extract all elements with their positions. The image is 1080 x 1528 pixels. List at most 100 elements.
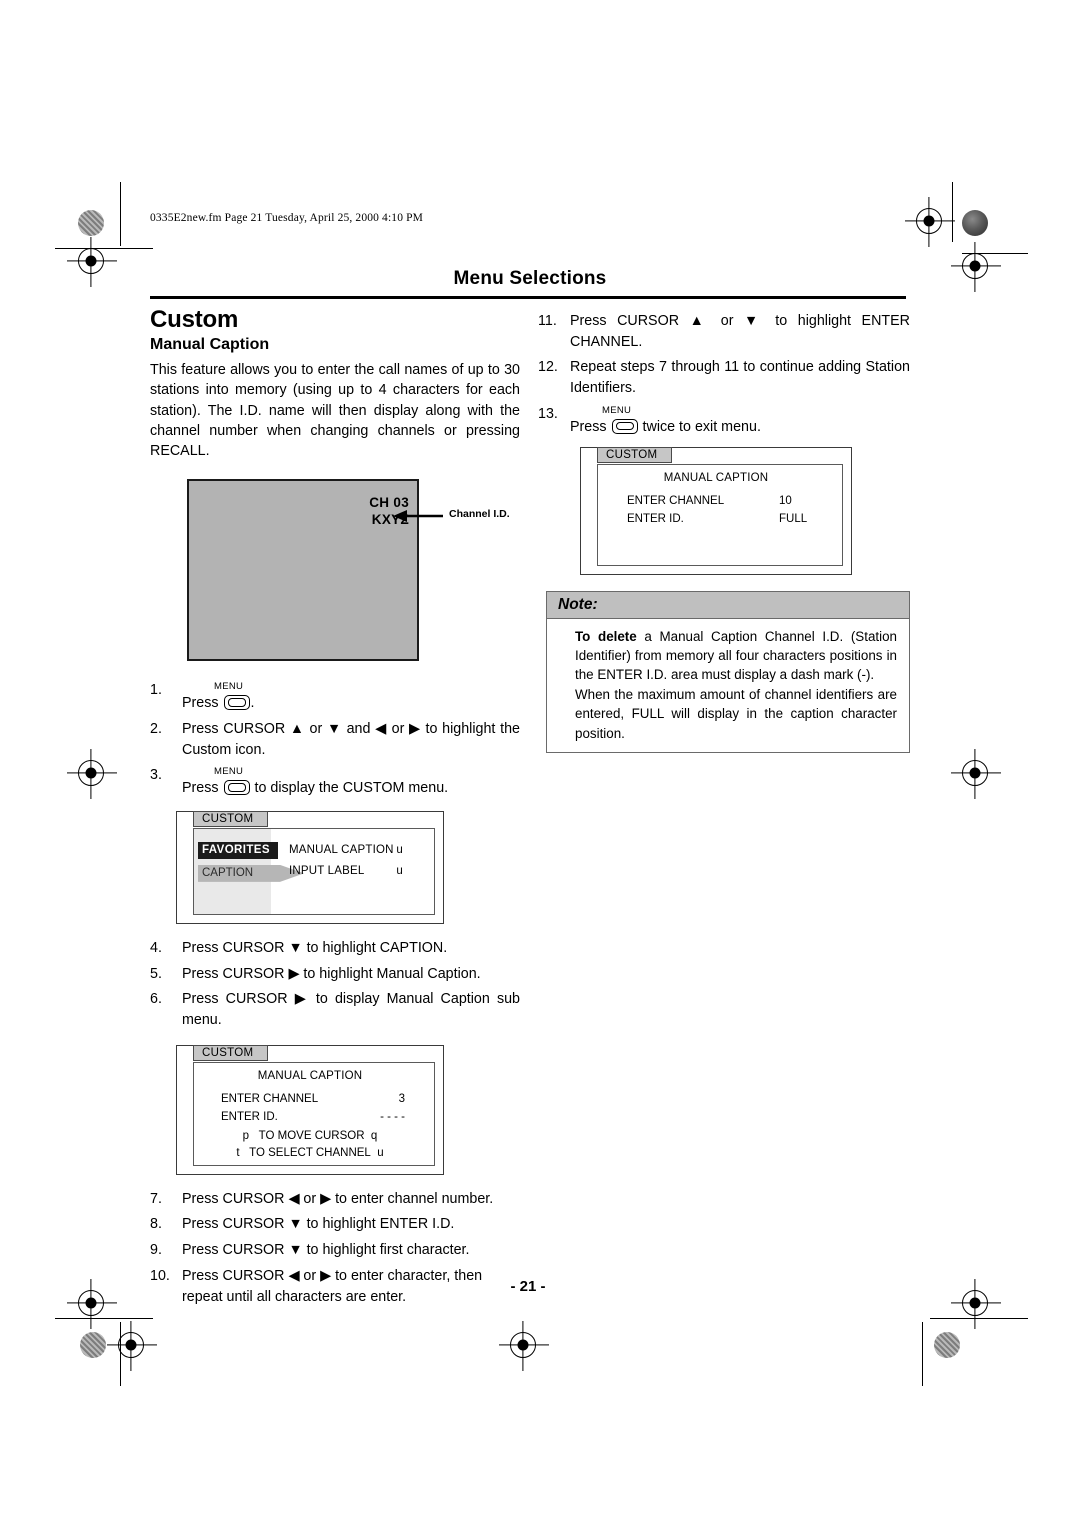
- step-9-text: Press CURSOR ▼ to highlight first charac…: [182, 1242, 470, 1259]
- registration-target-bottom-left: [78, 1279, 104, 1329]
- step-4-text: Press CURSOR ▼ to highlight CAPTION.: [182, 939, 448, 956]
- crop-line-top-right-vertical: [952, 182, 954, 242]
- custom-menu-right-items: MANUAL CAPTION u INPUT LABEL u: [289, 840, 419, 882]
- menu-key-label-3: MENU: [602, 404, 632, 416]
- row-enter-channel-label: ENTER CHANNEL: [221, 1092, 319, 1105]
- hint-select-channel: t TO SELECT CHANNEL u: [177, 1147, 443, 1159]
- row-enter-channel[interactable]: ENTER CHANNEL 3: [221, 1090, 423, 1108]
- crop-line-top-left-horizontal: [55, 248, 153, 250]
- custom-menu-tab: CUSTOM: [193, 810, 269, 827]
- step-13-number: 13.: [538, 405, 558, 422]
- step-3-text-before: Press: [182, 780, 219, 797]
- registration-target-top-left: [78, 237, 104, 287]
- page-title: Menu Selections: [453, 268, 607, 289]
- manual-caption-menu-tab: CUSTOM: [193, 1044, 269, 1061]
- step-1-text-before: Press: [182, 695, 219, 712]
- manual-caption-submenu-screenshot: CUSTOM MANUAL CAPTION ENTER CHANNEL 3 EN…: [176, 1044, 444, 1175]
- step-2-text: Press CURSOR ▲ or ▼ and ◀ or ▶ to highli…: [182, 720, 520, 758]
- step-5: 5. Press CURSOR ▶ to highlight Manual Ca…: [150, 964, 520, 985]
- step-9: 9. Press CURSOR ▼ to highlight first cha…: [150, 1240, 520, 1261]
- note-box: Note: To delete a Manual Caption Channel…: [546, 591, 910, 753]
- crop-line-bottom-left-horizontal: [55, 1318, 153, 1320]
- registration-target-top-right: [916, 197, 942, 247]
- tv-illustration: CH 03 KXYZ Channel I.D.: [150, 479, 520, 675]
- hint-move-cursor-text: TO MOVE CURSOR: [258, 1129, 365, 1142]
- registration-dot-top-left: [78, 210, 104, 236]
- menu-button-icon-2[interactable]: [223, 780, 250, 796]
- step-4: 4. Press CURSOR ▼ to highlight CAPTION.: [150, 938, 520, 959]
- hint-move-cursor-right-arrow-icon: q: [370, 1129, 378, 1142]
- menu-button-icon-3[interactable]: [611, 418, 638, 434]
- crop-line-bottom-right-horizontal: [930, 1318, 1028, 1320]
- menu-key-label-1: MENU: [214, 681, 244, 693]
- step-8-text: Press CURSOR ▼ to highlight ENTER I.D.: [182, 1216, 455, 1233]
- page-number: - 21 -: [510, 1278, 546, 1295]
- input-label-arrow-icon: u: [396, 864, 403, 877]
- step-3-number: 3.: [150, 767, 162, 784]
- manual-caption-menu-title: MANUAL CAPTION: [257, 1069, 363, 1082]
- hint-move-cursor: p TO MOVE CURSOR q: [177, 1130, 443, 1142]
- subsection-title: Manual Caption: [150, 336, 270, 353]
- row-enter-channel-full-label: ENTER CHANNEL: [627, 495, 725, 508]
- row-enter-id-full-value: FULL: [779, 513, 808, 526]
- header-divider: [150, 296, 906, 299]
- step-13-text-before: Press: [570, 418, 607, 435]
- step-5-number: 5.: [150, 965, 162, 982]
- step-12-number: 12.: [538, 359, 558, 376]
- step-3-text-after: to display the CUSTOM menu.: [254, 780, 449, 797]
- step-7-number: 7.: [150, 1190, 162, 1207]
- manual-caption-arrow-icon: u: [396, 843, 403, 856]
- note-paragraph-1: To delete a Manual Caption Channel I.D. …: [575, 627, 897, 684]
- print-filename-line: 0335E2new.fm Page 21 Tuesday, April 25, …: [150, 212, 423, 224]
- step-3: MENU 3. Press to display the CUSTOM menu…: [150, 765, 520, 798]
- note-paragraph-2: When the maximum amount of channel ident…: [575, 687, 897, 741]
- menu-item-input-label-label: INPUT LABEL: [289, 864, 365, 877]
- print-filename-text: 0335E2new.fm Page 21 Tuesday, April 25, …: [150, 212, 424, 224]
- registration-target-left-middle: [78, 749, 104, 799]
- steps-list-4: 11. Press CURSOR ▲ or ▼ to highlight ENT…: [538, 311, 910, 437]
- step-8-number: 8.: [150, 1216, 162, 1233]
- step-13-text-after: twice to exit menu.: [642, 418, 761, 435]
- document-page: 0335E2new.fm Page 21 Tuesday, April 25, …: [150, 200, 910, 1320]
- menu-item-favorites[interactable]: FAVORITES: [198, 841, 278, 859]
- callout-label: Channel I.D.: [449, 508, 510, 521]
- manual-caption-full-screenshot: CUSTOM MANUAL CAPTION ENTER CHANNEL 10 E…: [580, 447, 852, 576]
- step-9-number: 9.: [150, 1242, 162, 1259]
- step-6-number: 6.: [150, 991, 162, 1008]
- manual-caption-full-menu-title: MANUAL CAPTION: [663, 472, 769, 485]
- row-enter-id[interactable]: ENTER ID. - - - -: [221, 1108, 423, 1126]
- row-enter-id-full[interactable]: ENTER ID. FULL: [627, 510, 831, 528]
- hint-select-channel-up-arrow-icon: t: [236, 1146, 240, 1159]
- menu-item-manual-caption-label: MANUAL CAPTION: [289, 843, 394, 856]
- step-13: MENU 13. Press twice to exit menu.: [538, 404, 910, 437]
- registration-target-bottom-left-2: [118, 1321, 144, 1371]
- step-6: 6. Press CURSOR ▶ to display Manual Capt…: [150, 989, 520, 1030]
- row-enter-id-value: - - - -: [380, 1110, 405, 1123]
- step-6-text: Press CURSOR ▶ to display Manual Caption…: [182, 991, 520, 1029]
- menu-item-input-label[interactable]: INPUT LABEL u: [289, 861, 419, 882]
- menu-item-caption-label: CAPTION: [202, 866, 254, 879]
- step-2: 2. Press CURSOR ▲ or ▼ and ◀ or ▶ to hig…: [150, 719, 520, 760]
- step-7-text: Press CURSOR ◀ or ▶ to enter channel num…: [182, 1190, 494, 1207]
- steps-list-2: 4. Press CURSOR ▼ to highlight CAPTION. …: [150, 938, 520, 1031]
- step-4-number: 4.: [150, 939, 162, 956]
- registration-target-bottom-center: [510, 1321, 536, 1371]
- menu-button-icon-1[interactable]: [223, 695, 250, 711]
- row-enter-channel-full[interactable]: ENTER CHANNEL 10: [627, 492, 831, 510]
- row-enter-channel-value: 3: [398, 1092, 405, 1105]
- hint-select-channel-down-arrow-icon: u: [377, 1146, 384, 1159]
- manual-caption-menu-rows: ENTER CHANNEL 3 ENTER ID. - - - -: [221, 1090, 423, 1126]
- step-2-number: 2.: [150, 720, 162, 737]
- menu-key-label-2: MENU: [214, 766, 244, 778]
- crop-line-top-left-vertical: [120, 182, 122, 246]
- step-8: 8. Press CURSOR ▼ to highlight ENTER I.D…: [150, 1214, 520, 1235]
- channel-id-callout: Channel I.D.: [393, 507, 519, 527]
- menu-item-manual-caption[interactable]: MANUAL CAPTION u: [289, 840, 419, 861]
- step-5-text: Press CURSOR ▶ to highlight Manual Capti…: [182, 965, 481, 982]
- hint-select-channel-text: TO SELECT CHANNEL: [249, 1146, 371, 1159]
- custom-menu-screenshot: CUSTOM FAVORITES CAPTION MANUAL CAPTION …: [176, 810, 444, 924]
- registration-dot-top-right: [962, 210, 988, 236]
- manual-caption-full-menu-rows: ENTER CHANNEL 10 ENTER ID. FULL: [627, 492, 831, 528]
- step-11: 11. Press CURSOR ▲ or ▼ to highlight ENT…: [538, 311, 910, 352]
- crop-line-bottom-right-vertical: [922, 1322, 924, 1386]
